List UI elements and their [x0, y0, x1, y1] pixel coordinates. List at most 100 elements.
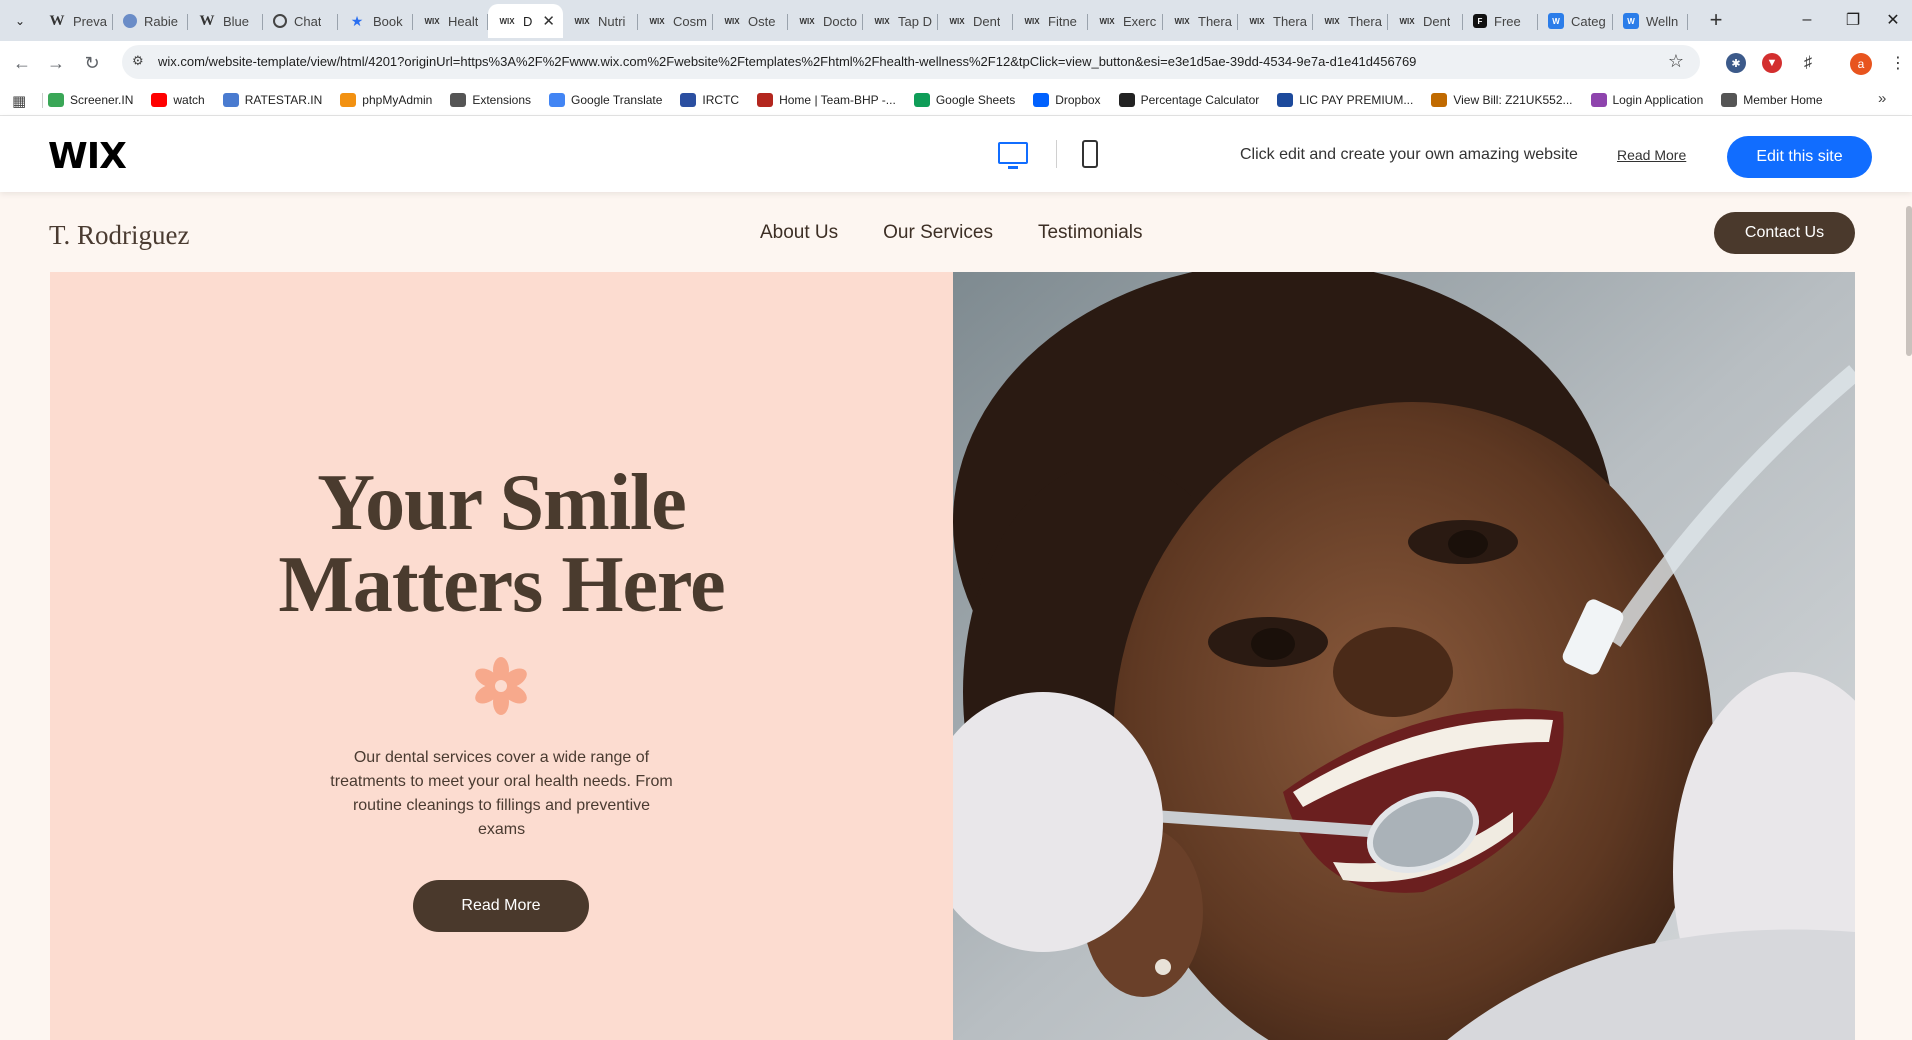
browser-tab[interactable]: WIX Thera [1238, 4, 1313, 38]
browser-tab[interactable]: WIX Healt [413, 4, 488, 38]
wix-favicon-icon: WIX [949, 16, 965, 26]
tab-title: Categ [1571, 13, 1606, 29]
tab-title: Rabie [144, 13, 178, 29]
browser-tab[interactable]: WIX Fitne [1013, 4, 1088, 38]
tab-search-chevron-icon[interactable]: ⌄ [8, 9, 32, 33]
site-logo[interactable]: T. Rodriguez [49, 220, 189, 251]
browser-tab[interactable]: WIX Nutri [563, 4, 638, 38]
reload-icon[interactable]: ↻ [80, 51, 104, 75]
bookmark-item[interactable]: Google Translate [549, 93, 662, 107]
browser-tab[interactable]: W Welln [1613, 4, 1688, 38]
minimize-icon[interactable]: – [1784, 8, 1830, 32]
wix-favicon-icon: WIX [1099, 16, 1115, 26]
browser-tab[interactable]: W Preva [38, 4, 113, 38]
site-preview: T. Rodriguez About Us Our Services Testi… [0, 192, 1912, 1040]
browser-tab[interactable]: WIX Oste [713, 4, 788, 38]
tab-title: Nutri [598, 13, 626, 29]
url-text[interactable]: wix.com/website-template/view/html/4201?… [158, 54, 1416, 69]
bookmarks-divider [42, 93, 43, 108]
extensions-puzzle-icon[interactable]: ♯ [1798, 53, 1818, 73]
chat-favicon-icon [273, 14, 287, 28]
hero-title-line-2: Matters Here [278, 541, 725, 629]
close-tab-icon[interactable]: ✕ [542, 12, 555, 30]
browser-tab[interactable]: WIX Thera [1313, 4, 1388, 38]
browser-tab[interactable]: Chat [263, 4, 338, 38]
wix-favicon-icon: WIX [874, 16, 890, 26]
more-bookmarks-icon[interactable]: » [1878, 90, 1886, 107]
page-scrollbar[interactable] [1906, 206, 1912, 356]
wix-logo[interactable]: WIX [48, 136, 127, 177]
bookmark-item[interactable]: watch [151, 93, 205, 107]
browser-tab[interactable]: WIX Exerc [1088, 4, 1163, 38]
browser-tab[interactable]: Rabie [113, 4, 188, 38]
site-nav: About Us Our Services Testimonials [760, 222, 1188, 244]
bookmark-item[interactable]: Member Home [1721, 93, 1823, 107]
browser-tab[interactable]: WIX Tap D [863, 4, 938, 38]
browser-tab[interactable]: W Categ [1538, 4, 1613, 38]
bookmark-label: IRCTC [702, 93, 740, 107]
forward-icon[interactable]: → [44, 51, 68, 75]
bookmark-favicon-icon [913, 93, 930, 107]
hero-read-more-button[interactable]: Read More [413, 880, 589, 932]
bookmark-item[interactable]: IRCTC [680, 93, 739, 107]
bookmark-item[interactable]: Google Sheets [913, 93, 1015, 107]
bookmarks-bar: ▦ Screener.IN watch RATESTAR.IN phpMyAdmin E… [0, 84, 1912, 116]
address-bar[interactable]: ⚙ wix.com/website-template/view/html/420… [122, 45, 1700, 79]
nav-testimonials[interactable]: Testimonials [1038, 222, 1143, 244]
shield-extension-icon[interactable]: ▼ [1762, 53, 1782, 73]
apps-grid-icon[interactable]: ▦ [12, 92, 26, 110]
nav-about-us[interactable]: About Us [760, 222, 838, 244]
browser-tab[interactable]: WIX Cosm [638, 4, 713, 38]
browser-tab-strip: ⌄ W Preva Rabie W Blue Chat ★ Book WIX Healt WIX D ✕… [0, 0, 1912, 41]
browser-tab[interactable]: WIX Dent [938, 4, 1013, 38]
tab-list: W Preva Rabie W Blue Chat ★ Book WIX Healt WIX D ✕ WI… [38, 4, 1688, 41]
profile-avatar[interactable]: a [1850, 53, 1872, 75]
desktop-view-icon[interactable] [998, 142, 1028, 169]
tab-title: Dent [973, 13, 1001, 29]
bookmark-item[interactable]: RATESTAR.IN [222, 93, 322, 107]
bookmark-favicon-icon [757, 93, 774, 107]
browser-tab[interactable]: WIX Thera [1163, 4, 1238, 38]
extension-icon[interactable]: ✱ [1726, 53, 1746, 73]
bookmark-item[interactable]: LIC PAY PREMIUM... [1277, 93, 1413, 107]
browser-tab[interactable]: W Blue [188, 4, 263, 38]
bookmark-star-icon[interactable]: ☆ [1668, 51, 1684, 72]
tab-title: Cosm [673, 13, 707, 29]
close-window-icon[interactable]: ✕ [1870, 8, 1912, 32]
wix-favicon-icon: WIX [1024, 16, 1040, 26]
browser-tab[interactable]: WIX Dent [1388, 4, 1463, 38]
nav-our-services[interactable]: Our Services [883, 222, 993, 244]
mobile-view-icon[interactable] [1082, 140, 1098, 168]
bookmark-item[interactable]: Extensions [450, 93, 531, 107]
tab-title: Tap D [898, 13, 932, 29]
bookmark-favicon-icon [1590, 93, 1607, 107]
bookmark-item[interactable]: Login Application [1590, 93, 1704, 107]
blue-favicon-icon: W [1623, 13, 1639, 29]
bookmark-favicon-icon [1431, 93, 1448, 107]
bookmark-favicon-icon [680, 93, 697, 107]
bookmark-item[interactable]: Home | Team-BHP -... [757, 93, 896, 107]
back-icon[interactable]: ← [10, 51, 34, 75]
wix-read-more-link[interactable]: Read More [1617, 147, 1686, 163]
browser-tab[interactable]: ★ Book [338, 4, 413, 38]
bookmark-label: Member Home [1743, 93, 1823, 107]
site-info-icon[interactable]: ⚙ [132, 53, 150, 71]
bookmark-item[interactable]: Dropbox [1033, 93, 1101, 107]
bookmark-label: phpMyAdmin [362, 93, 433, 107]
tab-title: Book [373, 13, 403, 29]
wix-favicon-icon: WIX [499, 16, 515, 26]
new-tab-icon[interactable]: + [1704, 7, 1728, 32]
tab-title: Docto [823, 13, 857, 29]
bookmark-item[interactable]: Screener.IN [48, 93, 133, 107]
browser-tab[interactable]: F Free [1463, 4, 1538, 38]
browser-tab-active[interactable]: WIX D ✕ [488, 4, 563, 38]
contact-us-button[interactable]: Contact Us [1714, 212, 1855, 254]
edit-this-site-button[interactable]: Edit this site [1727, 136, 1872, 178]
menu-kebab-icon[interactable]: ⋮ [1890, 53, 1906, 73]
browser-tab[interactable]: WIX Docto [788, 4, 863, 38]
bookmark-favicon-icon [1033, 93, 1050, 107]
bookmark-item[interactable]: Percentage Calculator [1118, 93, 1259, 107]
bookmark-item[interactable]: View Bill: Z21UK552... [1431, 93, 1573, 107]
bookmark-item[interactable]: phpMyAdmin [340, 93, 432, 107]
bookmark-label: Login Application [1612, 93, 1704, 107]
